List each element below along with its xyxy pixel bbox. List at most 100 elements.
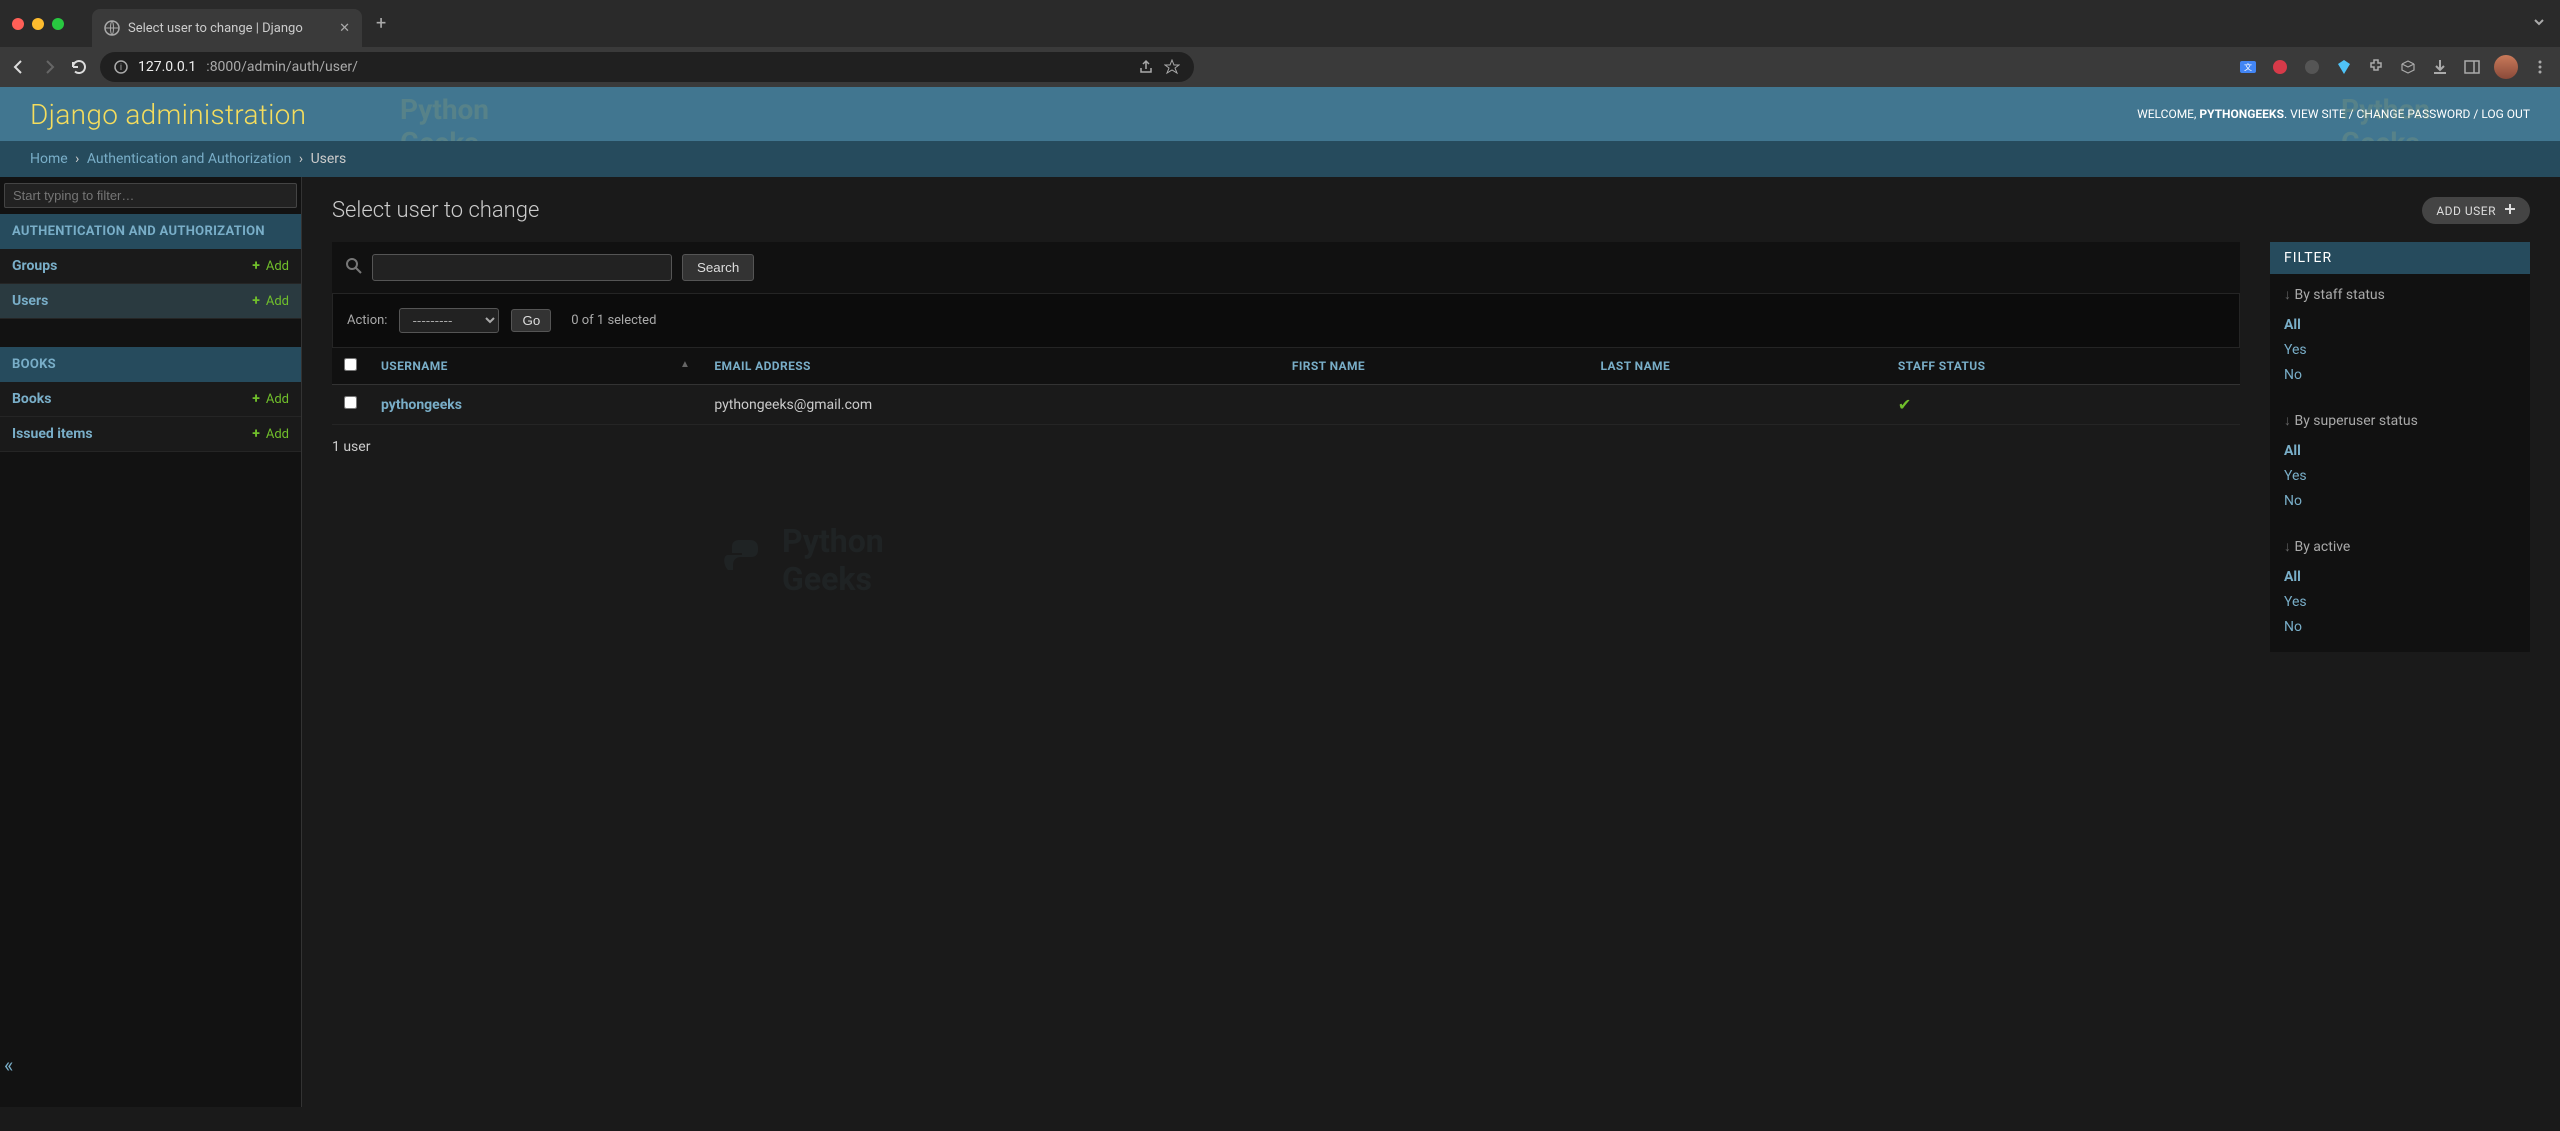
filter-group: By active All Yes No <box>2270 526 2530 652</box>
filter-option-link[interactable]: All <box>2284 317 2301 333</box>
plus-icon: + <box>252 391 260 407</box>
browser-tab-bar: Select user to change | Django ✕ + <box>0 0 2560 47</box>
add-user-button[interactable]: ADD USER <box>2422 197 2530 224</box>
tabs-dropdown-icon[interactable] <box>2532 14 2546 33</box>
change-password-link[interactable]: CHANGE PASSWORD <box>2357 107 2471 121</box>
site-info-icon[interactable]: i <box>114 60 128 74</box>
downloads-icon[interactable] <box>2430 57 2450 77</box>
row-staff-status: ✔ <box>1886 385 2240 425</box>
sidebar-model-row: Users +Add <box>0 284 301 319</box>
extension-icon[interactable] <box>2302 57 2322 77</box>
filter-option: All <box>2284 437 2516 462</box>
row-checkbox[interactable] <box>344 396 357 409</box>
extension-icon[interactable] <box>2398 57 2418 77</box>
content: Select user to change ADD USER Search <box>302 177 2560 1107</box>
column-email[interactable]: EMAIL ADDRESS <box>702 348 1280 385</box>
column-staff-status[interactable]: STAFF STATUS <box>1886 348 2240 385</box>
plus-icon <box>2504 203 2516 218</box>
sidebar-app-caption[interactable]: BOOKS <box>0 347 301 382</box>
reload-button[interactable] <box>70 58 88 76</box>
filter-group-title: By active <box>2284 538 2516 555</box>
window-minimize-button[interactable] <box>32 18 44 30</box>
breadcrumb-sep: › <box>299 151 303 167</box>
new-tab-button[interactable]: + <box>376 13 386 34</box>
filter-option-link[interactable]: All <box>2284 569 2301 585</box>
plus-icon: + <box>252 258 260 274</box>
filter-option-link[interactable]: All <box>2284 443 2301 459</box>
sidebar-filter-input[interactable] <box>4 183 297 208</box>
django-header: PythonGeeks PythonGeeks Django administr… <box>0 87 2560 141</box>
search-input[interactable] <box>372 254 672 281</box>
sidebar-add-link[interactable]: +Add <box>252 426 289 442</box>
window-maximize-button[interactable] <box>52 18 64 30</box>
url-path: :8000/admin/auth/user/ <box>206 59 358 75</box>
welcome-text: WELCOME, <box>2137 107 2199 121</box>
column-first-name[interactable]: FIRST NAME <box>1280 348 1589 385</box>
forward-button[interactable] <box>40 58 58 76</box>
filter-option-link[interactable]: No <box>2284 367 2302 383</box>
browser-toolbar: i 127.0.0.1:8000/admin/auth/user/ 文 <box>0 47 2560 87</box>
filter-option: No <box>2284 361 2516 386</box>
filter-option: All <box>2284 311 2516 336</box>
sidebar-add-link[interactable]: +Add <box>252 391 289 407</box>
breadcrumb-home[interactable]: Home <box>30 151 68 167</box>
filter-group-title: By superuser status <box>2284 412 2516 429</box>
browser-tab[interactable]: Select user to change | Django ✕ <box>92 9 362 47</box>
filter-option-link[interactable]: No <box>2284 493 2302 509</box>
sidebar-model-link[interactable]: Groups <box>12 258 57 274</box>
share-icon[interactable] <box>1138 59 1154 75</box>
row-last-name <box>1588 385 1885 425</box>
logout-link[interactable]: LOG OUT <box>2481 107 2530 121</box>
svg-text:i: i <box>120 63 122 73</box>
sidebar-model-link[interactable]: Users <box>12 293 48 309</box>
menu-icon[interactable] <box>2530 57 2550 77</box>
select-all-header[interactable] <box>332 348 369 385</box>
filter-group: By staff statusAllYesNo <box>2270 274 2530 400</box>
breadcrumb: Home › Authentication and Authorization … <box>0 141 2560 177</box>
search-button[interactable]: Search <box>682 254 754 281</box>
window-controls <box>12 18 64 30</box>
sidebar-model-link[interactable]: Issued items <box>12 426 93 442</box>
view-site-link[interactable]: VIEW SITE <box>2290 107 2346 121</box>
collapse-sidebar-button[interactable]: « <box>4 1053 13 1077</box>
filter-option-link[interactable]: Yes <box>2284 342 2307 358</box>
sidebar-add-link[interactable]: +Add <box>252 258 289 274</box>
filter-option: Yes <box>2284 588 2516 613</box>
action-select[interactable]: --------- <box>399 308 499 333</box>
close-icon[interactable]: ✕ <box>339 21 350 36</box>
select-all-checkbox[interactable] <box>344 358 357 371</box>
side-panel-icon[interactable] <box>2462 57 2482 77</box>
filter-option-link[interactable]: Yes <box>2284 468 2307 484</box>
sidebar-model-link[interactable]: Books <box>12 391 51 407</box>
filter-option-link[interactable]: No <box>2284 619 2302 635</box>
globe-icon <box>104 20 120 36</box>
plus-icon: + <box>252 293 260 309</box>
filter-option: Yes <box>2284 336 2516 361</box>
extension-icon[interactable] <box>2334 57 2354 77</box>
column-username[interactable]: USERNAME ▲ <box>369 348 702 385</box>
go-button[interactable]: Go <box>511 309 551 332</box>
row-username-link[interactable]: pythongeeks <box>381 397 462 413</box>
address-bar[interactable]: i 127.0.0.1:8000/admin/auth/user/ <box>100 52 1194 82</box>
translate-icon[interactable]: 文 <box>2238 57 2258 77</box>
column-last-name[interactable]: LAST NAME <box>1588 348 1885 385</box>
filter-group: By superuser status All Yes No <box>2270 400 2530 526</box>
paginator: 1 user <box>332 425 2240 469</box>
sidebar-add-link[interactable]: +Add <box>252 293 289 309</box>
changelist: Search Action: --------- Go 0 of 1 selec… <box>332 242 2240 652</box>
extensions-menu-icon[interactable] <box>2366 57 2386 77</box>
row-email: pythongeeks@gmail.com <box>702 385 1280 425</box>
window-close-button[interactable] <box>12 18 24 30</box>
breadcrumb-app[interactable]: Authentication and Authorization <box>87 151 292 167</box>
breadcrumb-sep: › <box>75 151 79 167</box>
filter-option-link[interactable]: Yes <box>2284 594 2307 610</box>
selection-counter: 0 of 1 selected <box>571 313 656 328</box>
bookmark-star-icon[interactable] <box>1164 59 1180 75</box>
search-icon <box>346 258 362 278</box>
back-button[interactable] <box>10 58 28 76</box>
profile-avatar[interactable] <box>2494 55 2518 79</box>
extension-icon[interactable] <box>2270 57 2290 77</box>
watermark: PythonGeeks <box>400 93 489 141</box>
action-label: Action: <box>347 313 387 328</box>
sidebar-app-caption[interactable]: AUTHENTICATION AND AUTHORIZATION <box>0 214 301 249</box>
